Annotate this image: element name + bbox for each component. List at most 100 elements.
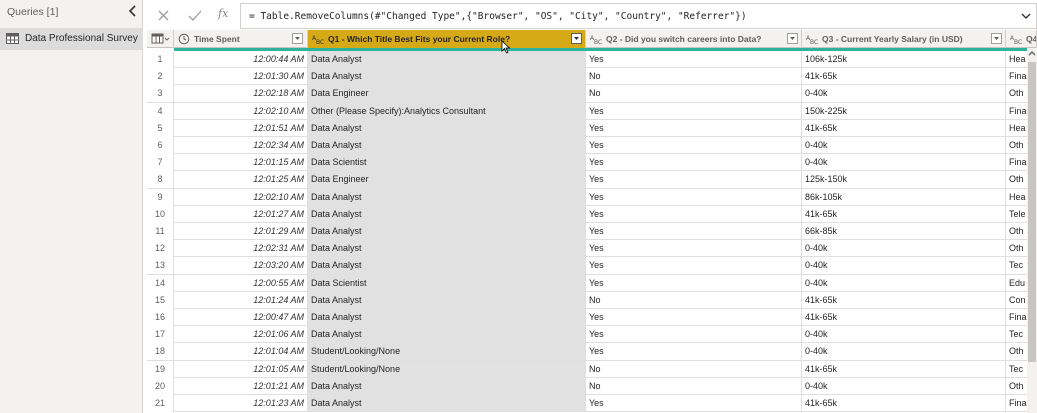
query-item-data-professional-survey[interactable]: Data Professional Survey [0,28,143,50]
cell-q2[interactable]: No [586,377,802,395]
formula-text[interactable]: = Table.RemoveColumns(#"Changed Type",{"… [249,11,747,22]
row-number[interactable]: 12 [147,240,174,258]
column-header-q2[interactable]: A BC Q2 - Did you switch careers into Dat… [586,30,802,48]
cell-time-spent[interactable]: 12:01:05 AM [174,360,308,378]
cell-q1[interactable]: Data Analyst [308,205,586,223]
table-row[interactable]: 18 12:01:04 AM Student/Looking/None Yes 0-40… [147,343,1037,361]
row-number[interactable]: 7 [147,154,174,172]
cell-q2[interactable]: Yes [586,257,802,275]
cell-q3[interactable]: 0-40k [802,137,1006,154]
cell-q3[interactable]: 41k-65k [802,291,1006,309]
row-number[interactable]: 13 [147,257,174,275]
cell-time-spent[interactable]: 12:02:34 AM [174,137,308,154]
cell-q1[interactable]: Data Analyst [308,68,586,86]
cell-q3[interactable]: 66k-85k [802,223,1006,240]
table-row[interactable]: 10 12:01:27 AM Data Analyst Yes 41k-65k Tele [147,205,1037,223]
cell-q1[interactable]: Data Analyst [308,257,586,275]
row-number[interactable]: 11 [147,223,174,240]
cell-q2[interactable]: No [586,85,802,103]
cell-q2[interactable]: Yes [586,154,802,172]
formula-input[interactable]: = Table.RemoveColumns(#"Changed Type",{"… [240,3,1037,29]
cell-time-spent[interactable]: 12:01:06 AM [174,326,308,344]
row-number[interactable]: 14 [147,274,174,292]
cell-q1[interactable]: Data Analyst [308,377,586,395]
table-row[interactable]: 21 12:01:23 AM Data Analyst Yes 41k-65k Fina [147,395,1037,413]
cell-time-spent[interactable]: 12:00:47 AM [174,309,308,326]
chevron-left-icon[interactable] [127,4,139,18]
column-header-q1[interactable]: A BC Q1 - Which Title Best Fits your Curr… [308,30,586,48]
row-number[interactable]: 4 [147,102,174,120]
cell-q3[interactable]: 41k-65k [802,68,1006,86]
cell-q2[interactable]: Yes [586,188,802,206]
table-row[interactable]: 2 12:01:30 AM Data Analyst No 41k-65k Fina [147,68,1037,86]
cell-time-spent[interactable]: 12:01:04 AM [174,343,308,361]
cell-q1[interactable]: Data Analyst [308,188,586,206]
table-row[interactable]: 13 12:03:20 AM Data Analyst Yes 0-40k Tec [147,257,1037,275]
row-number[interactable]: 9 [147,188,174,206]
table-row[interactable]: 20 12:01:21 AM Data Analyst No 0-40k Oth [147,377,1037,395]
cell-time-spent[interactable]: 12:01:24 AM [174,291,308,309]
filter-dropdown-icon[interactable] [787,33,798,44]
cell-q2[interactable]: Yes [586,395,802,412]
table-row[interactable]: 12 12:02:31 AM Data Analyst Yes 0-40k Oth [147,240,1037,258]
cell-q3[interactable]: 41k-65k [802,360,1006,378]
cell-q3[interactable]: 0-40k [802,274,1006,292]
cell-q3[interactable]: 86k-105k [802,188,1006,206]
cell-time-spent[interactable]: 12:00:44 AM [174,51,308,68]
cell-q2[interactable]: No [586,291,802,309]
cell-time-spent[interactable]: 12:01:23 AM [174,395,308,412]
cell-q1[interactable]: Data Scientist [308,154,586,172]
cell-q3[interactable]: 0-40k [802,377,1006,395]
row-number[interactable]: 3 [147,85,174,103]
cell-q1[interactable]: Data Analyst [308,326,586,344]
cell-q3[interactable]: 41k-65k [802,309,1006,326]
row-number[interactable]: 1 [147,51,174,68]
filter-dropdown-icon[interactable] [571,33,582,44]
column-header-time-spent[interactable]: Time Spent [174,30,308,48]
cell-q1[interactable]: Data Analyst [308,119,586,137]
cell-q1[interactable]: Student/Looking/None [308,343,586,361]
cell-time-spent[interactable]: 12:01:30 AM [174,68,308,86]
cell-q2[interactable]: Yes [586,205,802,223]
cell-q1[interactable]: Data Analyst [308,137,586,154]
table-row[interactable]: 8 12:01:25 AM Data Engineer Yes 125k-150k Oth [147,171,1037,189]
cell-q2[interactable]: Yes [586,240,802,258]
cell-time-spent[interactable]: 12:02:18 AM [174,85,308,103]
cell-time-spent[interactable]: 12:01:27 AM [174,205,308,223]
cell-time-spent[interactable]: 12:00:55 AM [174,274,308,292]
vertical-scrollbar[interactable] [1027,48,1037,413]
cell-q2[interactable]: Yes [586,51,802,68]
cell-q2[interactable]: Yes [586,274,802,292]
cell-time-spent[interactable]: 12:02:10 AM [174,102,308,120]
cell-q3[interactable]: 0-40k [802,85,1006,103]
row-number[interactable]: 21 [147,395,174,412]
cell-q3[interactable]: 41k-65k [802,205,1006,223]
row-number[interactable]: 8 [147,171,174,189]
cell-q3[interactable]: 0-40k [802,257,1006,275]
table-row[interactable]: 5 12:01:51 AM Data Analyst Yes 41k-65k Hea [147,119,1037,137]
column-header-q3[interactable]: A BC Q3 - Current Yearly Salary (in USD) [802,30,1006,48]
cell-q2[interactable]: Yes [586,102,802,120]
cell-q1[interactable]: Data Analyst [308,395,586,412]
cell-time-spent[interactable]: 12:01:15 AM [174,154,308,172]
table-row[interactable]: 4 12:02:10 AM Other (Please Specify):Analy… [147,102,1037,120]
cell-q3[interactable]: 150k-225k [802,102,1006,120]
table-menu-button[interactable] [147,30,174,48]
cell-q1[interactable]: Other (Please Specify):Analytics Consult… [308,102,586,120]
row-number[interactable]: 2 [147,68,174,86]
chevron-up-icon[interactable] [1027,48,1037,60]
cell-q2[interactable]: Yes [586,223,802,240]
cell-q3[interactable]: 0-40k [802,326,1006,344]
cell-q2[interactable]: No [586,360,802,378]
cell-time-spent[interactable]: 12:02:31 AM [174,240,308,258]
cell-q1[interactable]: Student/Looking/None [308,360,586,378]
filter-dropdown-icon[interactable] [292,33,303,44]
cell-q1[interactable]: Data Scientist [308,274,586,292]
chevron-down-icon[interactable] [1020,11,1032,21]
cell-q1[interactable]: Data Analyst [308,309,586,326]
cell-time-spent[interactable]: 12:03:20 AM [174,257,308,275]
cell-q3[interactable]: 41k-65k [802,395,1006,412]
cell-q3[interactable]: 41k-65k [802,119,1006,137]
cell-q2[interactable]: Yes [586,326,802,344]
row-number[interactable]: 19 [147,360,174,378]
